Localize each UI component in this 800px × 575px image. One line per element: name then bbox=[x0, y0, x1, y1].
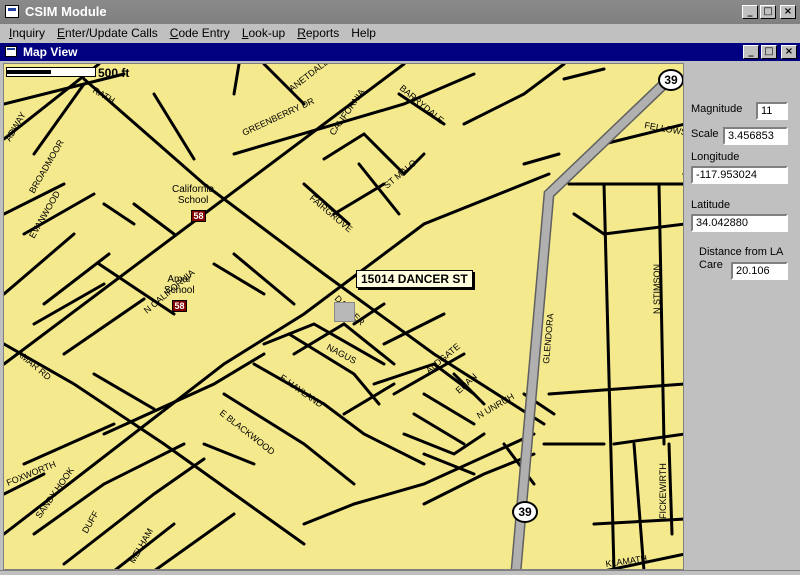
place-type: School bbox=[177, 195, 209, 206]
location-marker[interactable] bbox=[334, 302, 355, 322]
app-window: CSIM Module _ □ × Inquiry Enter/Update C… bbox=[0, 0, 800, 575]
street-label: CALIFORNIA bbox=[327, 87, 366, 137]
highway-39-shield: 39 bbox=[658, 69, 683, 91]
app-icon bbox=[5, 5, 19, 18]
longitude-label: Longitude bbox=[691, 151, 740, 163]
distance-field[interactable]: 20.106 bbox=[731, 262, 788, 280]
place-name: California bbox=[172, 184, 215, 195]
map-window-icon bbox=[5, 46, 17, 57]
scale-field[interactable]: 3.456853 bbox=[723, 127, 788, 145]
map-close-button[interactable]: × bbox=[781, 45, 797, 59]
map-window-controls: _ □ × bbox=[743, 45, 797, 59]
coordinates-panel: Magnitude 11 Scale 3.456853 Longitude -1… bbox=[686, 63, 800, 570]
menu-inquiry[interactable]: Inquiry bbox=[3, 24, 51, 43]
street-label: E BLACKWOOD bbox=[218, 408, 277, 457]
place-type: School bbox=[164, 285, 195, 296]
menu-mnemonic: R bbox=[297, 26, 306, 40]
longitude-field[interactable]: -117.953024 bbox=[691, 166, 788, 184]
menu-code-entry[interactable]: Code Entry bbox=[164, 24, 236, 43]
app-titlebar: CSIM Module _ □ × bbox=[0, 0, 800, 24]
map-view-window: Map View _ □ × ANETDALE RATH GREENBERRY … bbox=[0, 43, 800, 575]
street-label: E HAYLAND bbox=[278, 372, 325, 409]
street-label: ADWAY bbox=[4, 110, 28, 143]
highway-39 bbox=[512, 81, 667, 569]
place-label-amar-school: Amar School bbox=[164, 274, 195, 296]
map-view-titlebar: Map View _ □ × bbox=[0, 43, 800, 61]
street-label: FOXWORTH bbox=[5, 459, 57, 488]
street-label: N STIMSON bbox=[652, 264, 662, 314]
street-label: DUFF bbox=[80, 509, 101, 535]
magnitude-field[interactable]: 11 bbox=[756, 102, 788, 120]
menu-label: ook-up bbox=[248, 26, 286, 40]
street-label: FICKEWIRTH bbox=[658, 463, 668, 519]
menu-help[interactable]: Help bbox=[345, 24, 382, 43]
street-label: RATH bbox=[91, 85, 117, 106]
close-button[interactable]: × bbox=[780, 5, 796, 19]
minimize-button[interactable]: _ bbox=[742, 5, 758, 19]
distance-label-line1: Distance from LA bbox=[699, 246, 784, 258]
map-scale-bar bbox=[6, 67, 96, 77]
status-strip bbox=[0, 570, 800, 575]
menu-look-up[interactable]: Look-up bbox=[236, 24, 291, 43]
map-view-title: Map View bbox=[23, 45, 78, 59]
maximize-button[interactable]: □ bbox=[760, 5, 776, 19]
menu-label: nquiry bbox=[12, 26, 46, 40]
place-label-california-school: California School bbox=[172, 184, 214, 206]
scale-label: Scale bbox=[691, 128, 719, 140]
street-label: GREENBERRY DR bbox=[241, 95, 317, 137]
menu-reports[interactable]: Reports bbox=[291, 24, 345, 43]
street-label: FELLOWS bbox=[644, 120, 684, 137]
magnitude-label: Magnitude bbox=[691, 103, 743, 115]
latitude-label: Latitude bbox=[691, 199, 731, 211]
highway-39-shield: 39 bbox=[512, 501, 538, 523]
menu-label: nter/Update Calls bbox=[65, 26, 158, 40]
street-label: ST MALO bbox=[382, 158, 419, 191]
app-title: CSIM Module bbox=[25, 4, 107, 19]
latitude-field[interactable]: 34.042880 bbox=[691, 214, 788, 232]
address-callout: 15014 DANCER ST bbox=[356, 270, 473, 288]
street-label: AMAR RD bbox=[15, 348, 54, 383]
menu-mnemonic: L bbox=[241, 26, 249, 40]
menu-bar: Inquiry Enter/Update Calls Code Entry Lo… bbox=[0, 24, 800, 43]
route-badge: 58 bbox=[172, 300, 187, 312]
place-name: Amar bbox=[167, 274, 192, 285]
menu-label: eports bbox=[305, 26, 340, 40]
app-window-controls: _ □ × bbox=[742, 5, 796, 19]
menu-label: Help bbox=[351, 26, 376, 40]
menu-mnemonic: E bbox=[57, 26, 66, 40]
street-label: FAIRGROVE bbox=[308, 193, 355, 234]
street-label: MELHAM bbox=[127, 527, 155, 565]
menu-enter-update-calls[interactable]: Enter/Update Calls bbox=[51, 24, 164, 43]
street-label: ANETDALE bbox=[287, 64, 331, 94]
street-label: N UNRUH bbox=[475, 391, 516, 420]
map-scale-label: 500 ft bbox=[98, 66, 130, 80]
map-canvas[interactable]: ANETDALE RATH GREENBERRY DR CALIFORNIA B… bbox=[3, 63, 684, 570]
scale-bar-fill bbox=[7, 70, 51, 74]
menu-label: ode Entry bbox=[178, 26, 230, 40]
route-badge: 58 bbox=[191, 210, 206, 222]
map-minimize-button[interactable]: _ bbox=[743, 45, 759, 59]
map-maximize-button[interactable]: □ bbox=[761, 45, 777, 59]
